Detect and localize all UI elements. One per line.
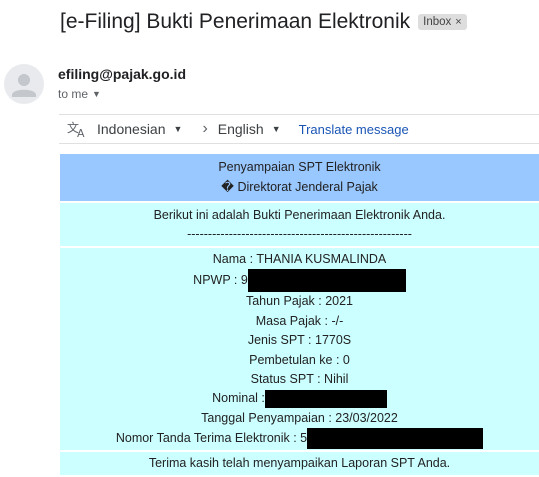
field-nomor-tanda-row: Nomor Tanda Terima Elektronik : 5 [60,428,539,450]
dropdown-caret-icon: ▼ [92,89,101,99]
redaction-bar [307,428,484,450]
field-masa-pajak: Masa Pajak : -/- [255,313,344,328]
receipt-intro: Berikut ini adalah Bukti Penerimaan Elek… [60,203,539,248]
translate-message-link[interactable]: Translate message [299,122,409,137]
field-npwp: NPWP : 9 [193,273,248,288]
dropdown-caret-icon: ▼ [173,124,183,134]
field-tanggal: Tanggal Penyampaian : 23/03/2022 [201,410,398,425]
redaction-bar [247,269,406,293]
field-tahun-pajak: Tahun Pajak : 2021 [245,294,354,309]
translate-bar: 文 A Indonesian ▼ › English ▼ Translate m… [59,114,539,144]
intro-text: Berikut ini adalah Bukti Penerimaan Elek… [153,208,446,222]
inbox-label-text: Inbox [423,16,452,28]
remove-label-icon[interactable]: × [455,16,461,28]
recipient-details-toggle[interactable]: to me ▼ [58,87,101,101]
field-pembetulan: Pembetulan ke : 0 [249,352,350,367]
dropdown-caret-icon: ▼ [271,124,281,134]
sender-avatar[interactable] [4,64,44,104]
field-nominal-row: Nominal : [60,389,539,409]
field-npwp-row: NPWP : 9 [60,269,539,293]
receipt-details: Nama : THANIA KUSMALINDA NPWP : 9 Tahun … [60,248,539,453]
inbox-label-chip[interactable]: Inbox × [418,14,467,30]
receipt-header: Penyampaian SPT Elektronik � Direktorat … [60,154,539,203]
source-language-label: Indonesian [97,121,166,137]
recipient-text: to me [58,87,89,101]
email-subject-row: [e-Filing] Bukti Penerimaan Elektronik I… [60,8,529,36]
receipt-header-org: � Direktorat Jenderal Pajak [221,180,378,194]
separator-line: ----------------------------------------… [187,227,412,241]
receipt-header-title: Penyampaian SPT Elektronik [218,160,381,174]
svg-text:A: A [77,127,85,138]
translate-icon: 文 A [67,120,85,138]
source-language-select[interactable]: Indonesian ▼ [97,121,182,137]
target-language-label: English [217,121,264,137]
person-icon [12,74,36,97]
field-nama: Nama : THANIA KUSMALINDA [212,252,387,266]
chevron-right-icon: › [202,120,208,137]
redaction-bar [264,390,387,409]
field-nomor-tanda: Nomor Tanda Terima Elektronik : 5 [115,431,308,446]
field-nominal: Nominal : [212,391,265,406]
receipt-table: Penyampaian SPT Elektronik � Direktorat … [60,154,539,476]
sender-address[interactable]: efiling@pajak.go.id [58,66,186,82]
email-subject: [e-Filing] Bukti Penerimaan Elektronik [60,10,411,33]
field-jenis-spt: Jenis SPT : 1770S [247,333,352,348]
target-language-select[interactable]: English ▼ [218,121,281,137]
field-status-spt: Status SPT : Nihil [250,372,349,387]
receipt-closing: Terima kasih telah menyampaikan Laporan … [60,452,539,476]
